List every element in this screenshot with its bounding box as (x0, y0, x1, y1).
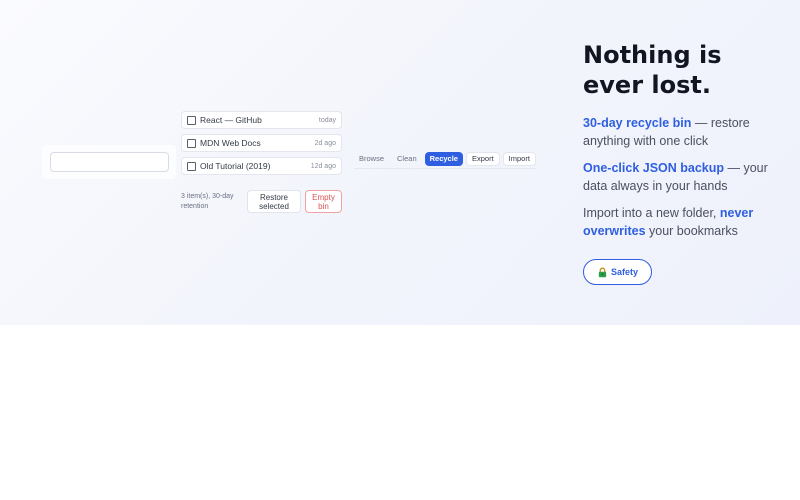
feature-highlight: 30-day recycle bin (583, 116, 692, 130)
feature-highlight: One-click JSON backup (583, 161, 725, 175)
feature-text-pre: Import into a new folder, (583, 206, 720, 220)
restore-selected-button[interactable]: Restore selected (247, 190, 301, 213)
search-input[interactable] (50, 152, 169, 172)
item-age: 12d ago (310, 162, 336, 170)
item-checkbox[interactable] (187, 161, 196, 171)
empty-bin-button[interactable]: Empty bin (305, 190, 342, 213)
hero-section: React — GitHub today MDN Web Docs 2d ago… (0, 0, 800, 325)
tab-clean[interactable]: Clean (392, 152, 422, 166)
item-title: React — GitHub (200, 115, 262, 125)
recycle-bin-footer: 3 item(s), 30-day retention Restore sele… (181, 190, 346, 213)
feature-recycle-bin: 30-day recycle bin — restore anything wi… (583, 114, 783, 150)
safety-pill-button[interactable]: Safety (583, 259, 652, 285)
feature-import: Import into a new folder, never overwrit… (583, 204, 783, 240)
feature-json-backup: One-click JSON backup — your data always… (583, 159, 783, 195)
bin-status-text: 3 item(s), 30-day retention (181, 193, 234, 210)
tab-export[interactable]: Export (465, 152, 500, 166)
headline: Nothing is ever lost. (583, 40, 783, 100)
recycle-bin-list: React — GitHub today MDN Web Docs 2d ago… (181, 111, 342, 180)
safety-pill-label: Safety (610, 267, 638, 277)
marketing-copy: Nothing is ever lost. 30-day recycle bin… (583, 40, 783, 249)
list-item[interactable]: MDN Web Docs 2d ago (181, 134, 342, 152)
item-checkbox[interactable] (187, 138, 196, 148)
tab-recycle[interactable]: Recycle (424, 152, 463, 166)
item-age: today (318, 116, 336, 124)
tab-import[interactable]: Import (502, 152, 536, 166)
tab-bar: Browse Clean Recycle Export Import (354, 152, 536, 169)
item-title: Old Tutorial (2019) (200, 161, 271, 171)
tab-browse[interactable]: Browse (354, 152, 389, 166)
item-age: 2d ago (314, 139, 336, 147)
item-checkbox[interactable] (187, 115, 196, 125)
headline-line-1: Nothing is (583, 41, 722, 69)
headline-line-2: ever lost. (583, 71, 711, 99)
list-item[interactable]: Old Tutorial (2019) 12d ago (181, 157, 342, 175)
feature-text: your bookmarks (645, 224, 738, 238)
list-item[interactable]: React — GitHub today (181, 111, 342, 129)
padlock-icon (597, 267, 608, 278)
item-title: MDN Web Docs (200, 138, 261, 148)
